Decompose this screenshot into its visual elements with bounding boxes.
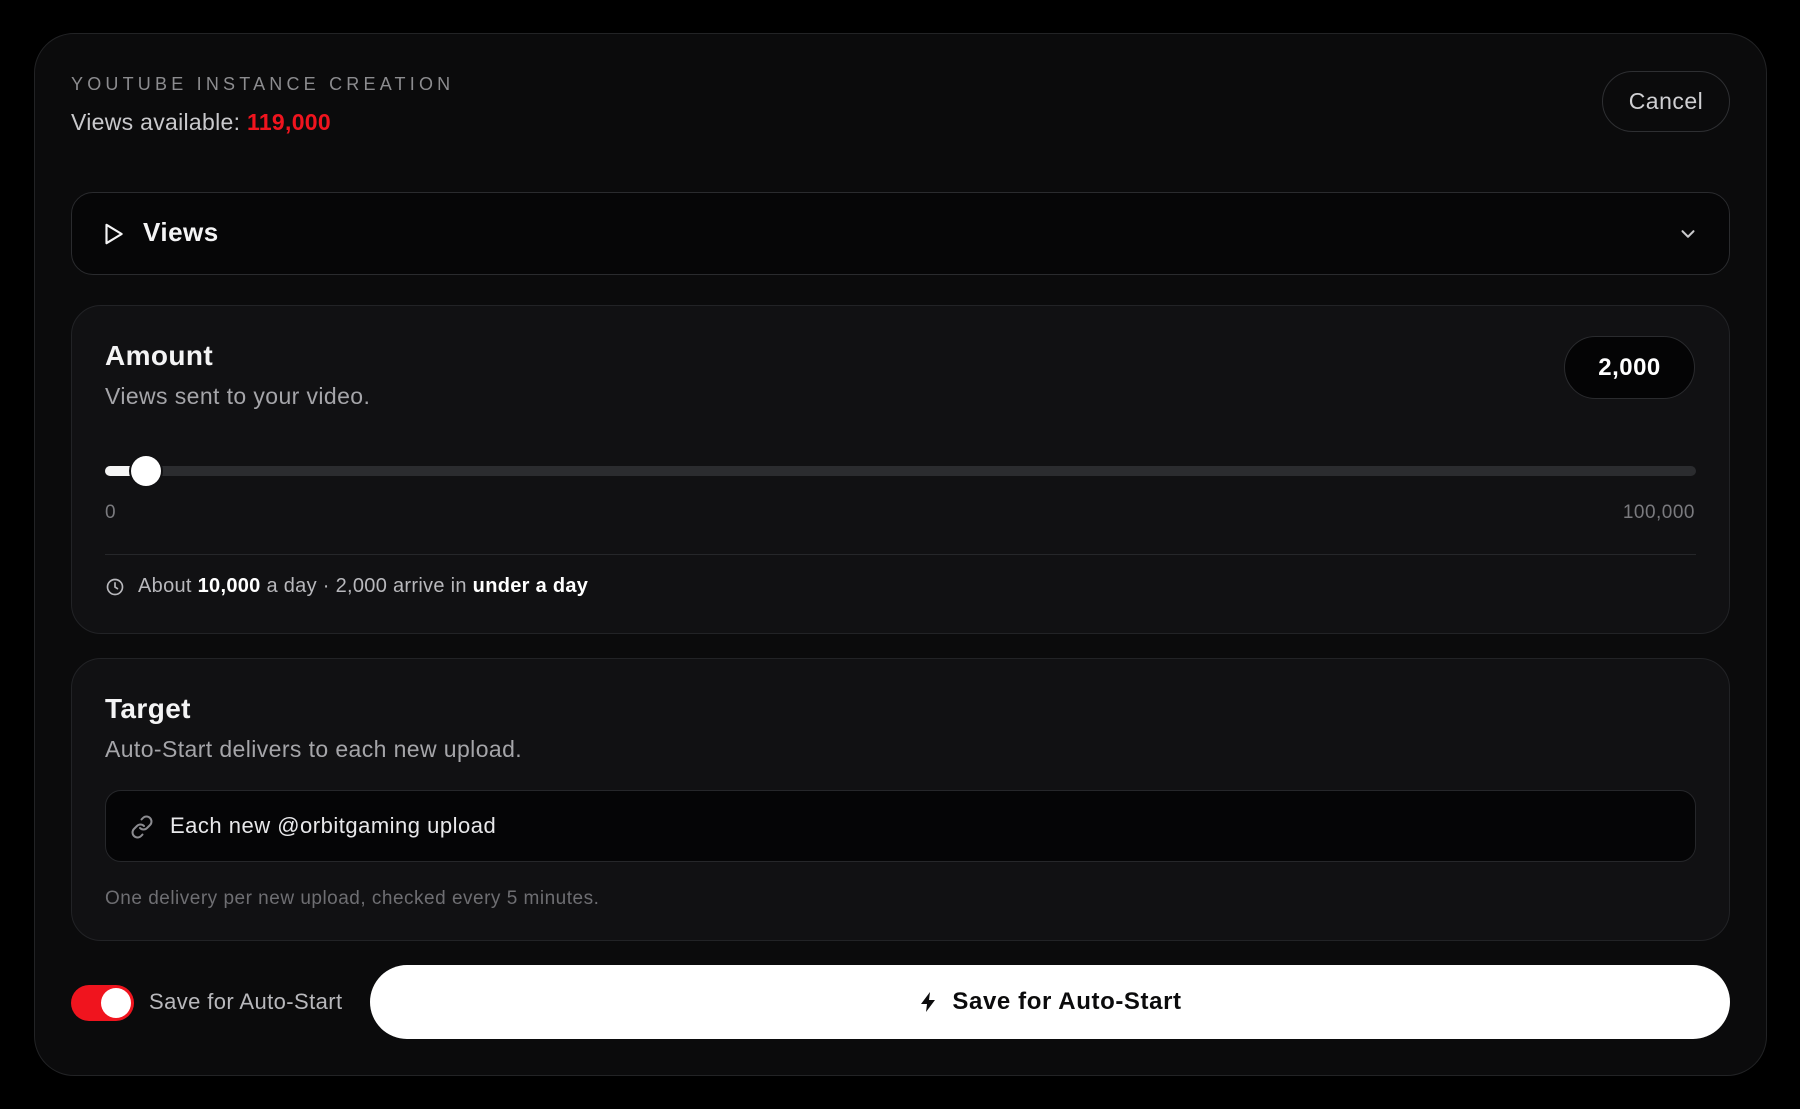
modal-title: YOUTUBE INSTANCE CREATION bbox=[71, 74, 455, 94]
divider bbox=[105, 554, 1696, 555]
target-card: Target Auto-Start delivers to each new u… bbox=[71, 658, 1730, 941]
delivery-estimate: About 10,000 a day · 2,000 arrive in und… bbox=[105, 575, 588, 598]
clock-icon bbox=[106, 578, 124, 595]
chevron-down-icon bbox=[1681, 230, 1695, 238]
target-input-value: Each new @orbitgaming upload bbox=[170, 813, 497, 838]
views-available: Views available: 119,000 bbox=[71, 109, 331, 136]
target-title: Target bbox=[105, 693, 191, 724]
slider-max-label: 100,000 bbox=[1622, 502, 1695, 523]
service-select-value: Views bbox=[143, 217, 219, 247]
auto-start-toggle-label: Save for Auto-Start bbox=[149, 989, 343, 1014]
target-note: One delivery per new upload, checked eve… bbox=[105, 888, 600, 909]
link-icon bbox=[131, 815, 153, 839]
amount-input[interactable]: 2,000 bbox=[1564, 336, 1695, 399]
cancel-button[interactable]: Cancel bbox=[1602, 71, 1730, 132]
instance-creation-modal: YOUTUBE INSTANCE CREATION Views availabl… bbox=[34, 33, 1767, 1076]
views-available-value: 119,000 bbox=[247, 109, 331, 135]
auto-start-toggle[interactable] bbox=[71, 985, 134, 1021]
eta-duration: under a day bbox=[472, 575, 589, 597]
amount-slider[interactable] bbox=[105, 456, 1696, 486]
eta-middle: a day · 2,000 arrive in bbox=[266, 575, 467, 597]
save-button[interactable]: Save for Auto-Start bbox=[370, 965, 1730, 1039]
play-icon bbox=[105, 223, 123, 245]
save-button-label: Save for Auto-Start bbox=[952, 988, 1182, 1015]
eta-per-day: 10,000 bbox=[197, 575, 261, 597]
toggle-knob bbox=[101, 988, 131, 1018]
amount-title: Amount bbox=[105, 340, 214, 371]
amount-card: Amount Views sent to your video. 2,000 0… bbox=[71, 305, 1730, 634]
target-input[interactable]: Each new @orbitgaming upload bbox=[105, 790, 1696, 862]
amount-slider-thumb[interactable] bbox=[130, 456, 161, 486]
amount-subtitle: Views sent to your video. bbox=[105, 383, 371, 409]
views-available-label: Views available: bbox=[71, 109, 241, 135]
eta-prefix: About bbox=[138, 575, 192, 597]
slider-min-label: 0 bbox=[105, 502, 116, 523]
target-subtitle: Auto-Start delivers to each new upload. bbox=[105, 736, 523, 762]
service-select[interactable]: Views bbox=[71, 192, 1730, 275]
bolt-icon bbox=[921, 992, 936, 1012]
